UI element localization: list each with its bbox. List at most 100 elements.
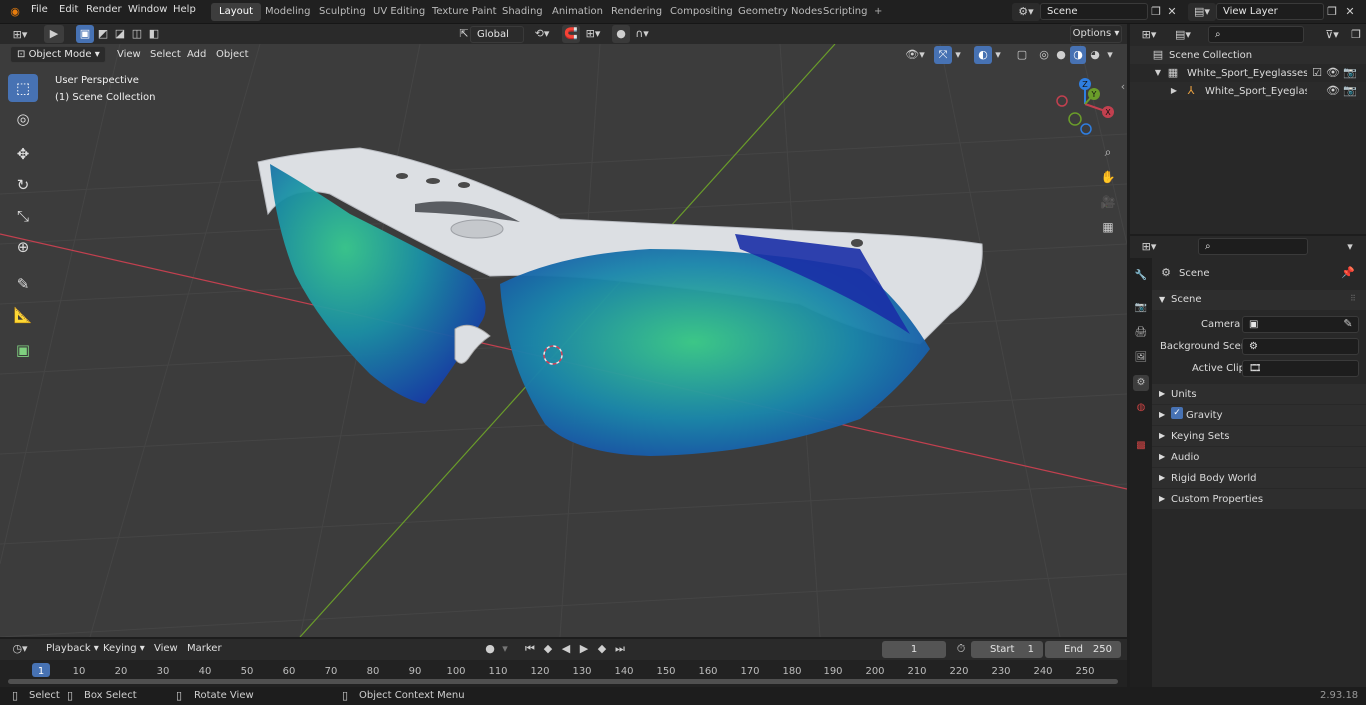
gizmo-dropdown-icon[interactable]: ▾ xyxy=(952,46,964,64)
selection-intersect-icon[interactable]: ◧ xyxy=(145,25,163,43)
cursor-tool-icon[interactable]: ◎ xyxy=(8,105,38,133)
filter-icon[interactable]: ⊽▾ xyxy=(1320,26,1344,44)
menu-file[interactable]: File xyxy=(31,4,48,15)
expand-chevron-icon[interactable]: ▶ xyxy=(1168,82,1180,100)
snap-toggle-icon[interactable]: 🧲 xyxy=(562,25,580,43)
eyedropper-icon[interactable]: ✎ xyxy=(1340,315,1356,333)
menu-edit[interactable]: Edit xyxy=(59,4,78,15)
jump-start-icon[interactable]: ⏮ xyxy=(521,640,539,658)
shading-material-icon[interactable]: ◑ xyxy=(1070,46,1086,64)
shading-dropdown-icon[interactable]: ▾ xyxy=(1104,46,1116,64)
view-layer-field[interactable]: View Layer xyxy=(1216,3,1324,20)
new-view-layer-icon[interactable]: ❐ xyxy=(1324,3,1340,21)
next-keyframe-icon[interactable]: ◆ xyxy=(593,640,611,658)
menu-add[interactable]: Add xyxy=(187,49,206,60)
close-view-layer-icon[interactable]: ✕ xyxy=(1342,3,1358,21)
end-frame-field[interactable]: End 250 xyxy=(1045,641,1121,658)
gravity-panel[interactable] xyxy=(1152,405,1366,425)
tab-modeling[interactable]: Modeling xyxy=(257,3,319,21)
scene-section-header[interactable]: Scene xyxy=(1171,294,1202,305)
active-clip-field[interactable]: 🎞 xyxy=(1242,360,1359,377)
render-camera-icon[interactable]: 📷 xyxy=(1343,82,1357,100)
properties-options-icon[interactable]: ▾ xyxy=(1342,238,1358,256)
collapse-sidebar-icon[interactable]: ‹ xyxy=(1118,78,1127,96)
tab-animation[interactable]: Animation xyxy=(544,3,611,21)
object-mode-select[interactable]: ⊡ Object Mode ▾ xyxy=(10,46,106,63)
menu-keying[interactable]: Keying ▾ xyxy=(103,643,145,654)
scale-tool-icon[interactable]: ⤡ xyxy=(8,202,38,230)
custom-properties-chevron-icon[interactable]: ▶ xyxy=(1159,494,1165,503)
tab-layout[interactable]: Layout xyxy=(211,3,261,21)
background-scene-field[interactable]: ⚙ xyxy=(1242,338,1359,355)
outliner-editor-type-icon[interactable]: ⊞▾ xyxy=(1136,26,1162,44)
menu-marker[interactable]: Marker xyxy=(187,643,222,654)
audio-chevron-icon[interactable]: ▶ xyxy=(1159,452,1165,461)
units-chevron-icon[interactable]: ▶ xyxy=(1159,389,1165,398)
gravity-checkbox[interactable]: ✓ xyxy=(1171,407,1183,419)
menu-timeline-view[interactable]: View xyxy=(154,643,178,654)
visibility-icon[interactable]: 👁▾ xyxy=(902,46,928,64)
jump-end-icon[interactable]: ⏭ xyxy=(611,640,629,658)
menu-window[interactable]: Window xyxy=(128,4,167,15)
add-cube-tool-icon[interactable]: ▣ xyxy=(8,336,38,364)
selection-extend-icon[interactable]: ◩ xyxy=(94,25,112,43)
proportional-editing-icon[interactable]: ● xyxy=(612,25,630,43)
tab-compositing[interactable]: Compositing xyxy=(662,3,741,21)
outliner-search-field[interactable]: ⌕ xyxy=(1208,26,1304,43)
selection-invert-icon[interactable]: ◫ xyxy=(128,25,146,43)
pan-hand-icon[interactable]: ✋ xyxy=(1097,166,1119,188)
navigation-gizmo[interactable]: Z X Y xyxy=(1050,74,1120,144)
hide-eye-icon[interactable]: 👁 xyxy=(1326,64,1340,82)
outliner-item-object[interactable]: White_Sport_Eyeglasses_ xyxy=(1205,86,1307,97)
hide-eye-icon[interactable]: 👁 xyxy=(1326,82,1340,100)
new-collection-icon[interactable]: ❐ xyxy=(1348,26,1364,44)
editor-type-icon[interactable]: ⊞▾ xyxy=(6,26,34,44)
tool-tab-icon[interactable]: 🔧 xyxy=(1133,268,1149,284)
units-panel-header[interactable]: Units xyxy=(1171,389,1197,400)
new-scene-icon[interactable]: ❐ xyxy=(1148,3,1164,21)
pivot-point-icon[interactable]: ⟲▾ xyxy=(531,25,553,43)
current-frame-field[interactable]: 1 xyxy=(882,641,946,658)
view-layer-icon[interactable]: ▤▾ xyxy=(1188,3,1216,21)
overlays-dropdown-icon[interactable]: ▾ xyxy=(992,46,1004,64)
prev-keyframe-icon[interactable]: ◆ xyxy=(539,640,557,658)
output-tab-icon[interactable]: 🖨 xyxy=(1133,325,1149,341)
zoom-icon[interactable]: ⌕ xyxy=(1097,141,1119,163)
custom-properties-panel-header[interactable]: Custom Properties xyxy=(1171,494,1263,505)
falloff-icon[interactable]: ∩▾ xyxy=(630,25,654,43)
gravity-panel-header[interactable]: Gravity xyxy=(1186,410,1223,421)
properties-editor-type-icon[interactable]: ⊞▾ xyxy=(1136,238,1162,256)
keying-sets-chevron-icon[interactable]: ▶ xyxy=(1159,431,1165,440)
scene-tab-icon[interactable]: ⚙ xyxy=(1133,375,1149,391)
tab-shading[interactable]: Shading xyxy=(494,3,551,21)
play-icon[interactable]: ▶ xyxy=(575,640,593,658)
scene-section-chevron-icon[interactable]: ▼ xyxy=(1159,295,1165,304)
exclude-checkbox-icon[interactable]: ☑ xyxy=(1310,64,1324,82)
outliner-scene-collection[interactable]: Scene Collection xyxy=(1169,50,1252,61)
play-reverse-icon[interactable]: ◀ xyxy=(557,640,575,658)
rigid-body-world-panel-header[interactable]: Rigid Body World xyxy=(1171,473,1256,484)
keying-dropdown-icon[interactable]: ▾ xyxy=(499,640,511,658)
menu-object[interactable]: Object xyxy=(216,49,249,60)
gizmo-toggle-icon[interactable]: ⤧ xyxy=(934,46,952,64)
gravity-chevron-icon[interactable]: ▶ xyxy=(1159,410,1165,419)
start-frame-field[interactable]: Start 1 xyxy=(971,641,1043,658)
pin-icon[interactable]: 📌 xyxy=(1340,264,1356,282)
properties-search-field[interactable]: ⌕ xyxy=(1198,238,1308,255)
selection-subtract-icon[interactable]: ◪ xyxy=(111,25,129,43)
audio-panel-header[interactable]: Audio xyxy=(1171,452,1199,463)
snap-target-icon[interactable]: ⊞▾ xyxy=(581,25,605,43)
transform-tool-icon[interactable]: ⊕ xyxy=(8,233,38,261)
blender-logo-icon[interactable]: ◉ xyxy=(6,3,24,21)
select-mode-icon[interactable]: ▶ xyxy=(44,25,64,43)
keying-sets-panel-header[interactable]: Keying Sets xyxy=(1171,431,1229,442)
rigid-body-chevron-icon[interactable]: ▶ xyxy=(1159,473,1165,482)
timeline-scrollbar[interactable] xyxy=(8,679,1118,684)
world-tab-icon[interactable]: ◍ xyxy=(1133,400,1149,416)
selection-new-icon[interactable]: ▣ xyxy=(76,25,94,43)
shading-rendered-icon[interactable]: ◕ xyxy=(1087,46,1103,64)
move-tool-icon[interactable]: ✥ xyxy=(8,140,38,168)
view-layer-tab-icon[interactable]: 🖼 xyxy=(1133,350,1149,366)
menu-help[interactable]: Help xyxy=(173,4,196,15)
add-workspace-button[interactable]: + xyxy=(866,3,890,21)
